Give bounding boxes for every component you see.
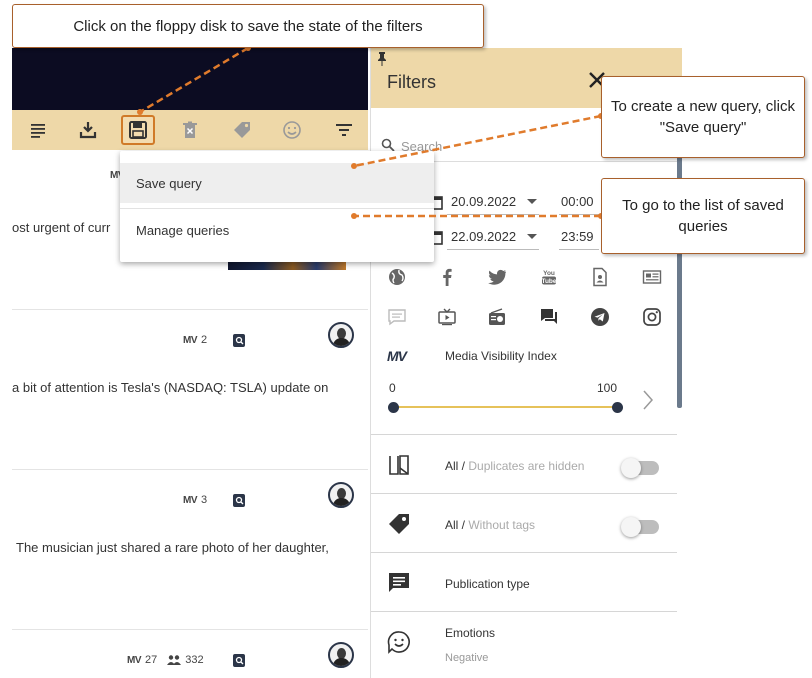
callout-save-filters: Click on the floppy disk to save the sta… [12, 4, 484, 48]
svg-text:Tube: Tube [541, 278, 556, 285]
date-from-caret[interactable] [527, 199, 537, 204]
search-document-icon[interactable] [233, 654, 245, 667]
mv-value: 3 [201, 494, 208, 506]
feed-panel: MV ost urgent of curr MV 2 a bit of atte… [12, 48, 368, 678]
duplicates-filter[interactable]: All / Duplicates are hidden [371, 434, 677, 492]
comment-icon[interactable] [386, 306, 408, 328]
card-mv: MV 2 [183, 334, 207, 346]
time-from-value[interactable]: 00:00 [561, 194, 594, 209]
mv-label: MV [183, 494, 198, 506]
download-icon[interactable] [76, 118, 100, 142]
card-mv: MV 27 332 [127, 654, 204, 666]
top-header-bar [12, 48, 368, 110]
emotions-label: Emotions [445, 626, 496, 640]
emotions-icon [387, 631, 410, 654]
tags-state: Without tags [468, 518, 536, 532]
radio-icon[interactable] [486, 306, 508, 328]
slider-min-handle[interactable] [388, 402, 399, 413]
duplicates-label: All / Duplicates are hidden [445, 459, 584, 473]
tags-filter[interactable]: All / Without tags [371, 493, 677, 551]
card-mv: MV 3 [183, 494, 207, 506]
mv-logo: MV [387, 348, 407, 364]
save-query-item[interactable]: Save query [120, 163, 434, 203]
duplicates-state: Duplicates are hidden [468, 459, 585, 473]
date-from-value[interactable]: 20.09.2022 [451, 194, 516, 209]
slider-max-handle[interactable] [612, 402, 623, 413]
facebook-icon[interactable] [436, 266, 458, 288]
document-icon[interactable] [589, 266, 611, 288]
chevron-right-icon[interactable] [641, 388, 655, 412]
menu-divider [120, 208, 434, 209]
mv-value: 27 [145, 654, 158, 666]
tags-toggle[interactable] [621, 517, 659, 537]
card-text: ost urgent of curr [12, 220, 111, 235]
forum-icon[interactable] [538, 306, 560, 328]
emotions-value: Negative [445, 652, 489, 664]
tags-prefix: All / [445, 518, 466, 532]
mv-value: 2 [201, 334, 208, 346]
instagram-icon[interactable] [641, 306, 663, 328]
feed-card[interactable]: MV 27 332 [12, 630, 368, 678]
tv-icon[interactable] [436, 306, 458, 328]
duplicates-toggle[interactable] [621, 458, 659, 478]
svg-text:You: You [543, 270, 555, 277]
message-icon [389, 573, 409, 592]
tag-icon [389, 514, 409, 534]
floppy-disk-icon [129, 121, 147, 139]
newspaper-icon[interactable] [641, 266, 663, 288]
pin-icon[interactable] [377, 52, 387, 66]
date-to-caret[interactable] [527, 234, 537, 239]
feed-card[interactable]: MV 3 The musician just shared a rare pho… [12, 470, 368, 630]
filters-title: Filters [387, 72, 436, 92]
manage-queries-item[interactable]: Manage queries [120, 210, 434, 250]
mv-index-label: Media Visibility Index [445, 349, 557, 363]
date-to-underline [447, 249, 539, 250]
callout-manage-queries: To go to the list of saved queries [601, 178, 805, 254]
time-from-underline [559, 214, 599, 215]
search-document-icon[interactable] [233, 494, 245, 507]
time-to-underline [559, 249, 599, 250]
card-text: The musician just shared a rare photo of… [16, 540, 329, 555]
avatar[interactable] [328, 322, 354, 348]
duplicates-icon [389, 455, 409, 475]
slider-min-label: 0 [389, 381, 396, 395]
youtube-icon[interactable]: You Tube [538, 266, 560, 288]
tags-label: All / Without tags [445, 518, 535, 532]
twitter-icon[interactable] [486, 266, 508, 288]
search-icon [381, 138, 395, 152]
save-menu: Save query Manage queries [120, 151, 434, 262]
time-to-value[interactable]: 23:59 [561, 229, 594, 244]
emotions-filter[interactable]: Emotions Negative [371, 611, 677, 678]
avatar[interactable] [328, 482, 354, 508]
slider-max-label: 100 [597, 381, 618, 395]
slider-track[interactable] [393, 406, 617, 408]
globe-icon[interactable] [386, 266, 408, 288]
callout-create-query: To create a new query, click "Save query… [601, 76, 805, 158]
avatar[interactable] [328, 642, 354, 668]
people-icon [167, 655, 182, 665]
mv-label: MV [127, 654, 142, 666]
telegram-icon[interactable] [589, 306, 611, 328]
card-text: a bit of attention is Tesla's (NASDAQ: T… [12, 380, 329, 395]
save-query-button[interactable] [121, 115, 155, 145]
list-icon[interactable] [26, 118, 50, 142]
tag-icon[interactable] [230, 118, 254, 142]
feed-card[interactable]: MV 2 a bit of attention is Tesla's (NASD… [12, 310, 368, 470]
feed-toolbar [12, 110, 368, 150]
duplicates-prefix: All / [445, 459, 466, 473]
mv-label: MV [183, 334, 198, 346]
delete-icon[interactable] [178, 118, 202, 142]
date-to-value[interactable]: 22.09.2022 [451, 229, 516, 244]
search-document-icon[interactable] [233, 334, 245, 347]
publication-type-filter[interactable]: Publication type [371, 552, 677, 610]
date-from-underline [447, 214, 539, 215]
publication-type-label: Publication type [445, 577, 530, 591]
people-count: 332 [185, 654, 204, 666]
emoji-icon[interactable] [280, 118, 304, 142]
filter-icon[interactable] [332, 118, 356, 142]
